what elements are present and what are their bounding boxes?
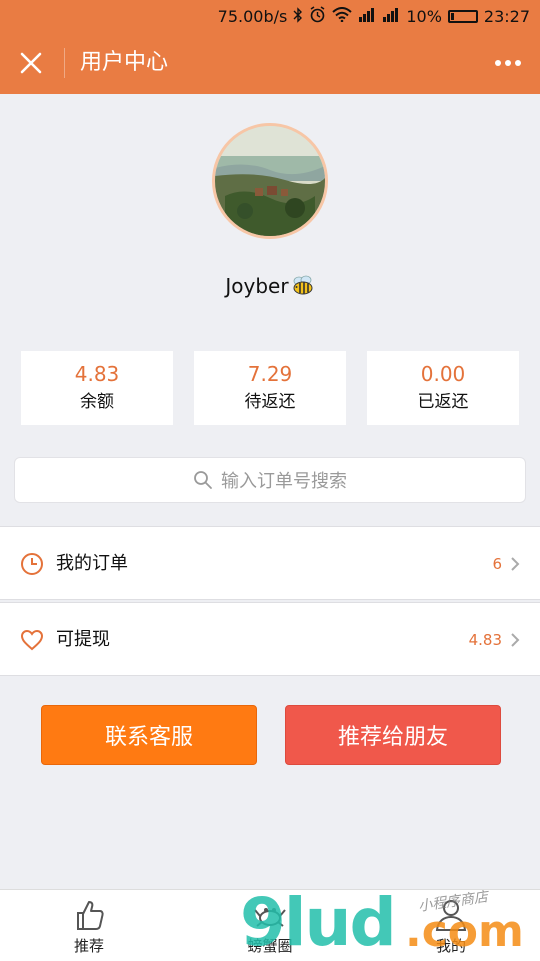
menu-item-label: 我的订单 (56, 553, 128, 574)
contact-support-button[interactable]: 联系客服 (41, 705, 257, 765)
search-input[interactable]: 输入订单号搜索 (14, 457, 526, 503)
tab-label: 我的 (435, 937, 466, 955)
search-icon (194, 471, 212, 489)
stat-card-returned[interactable]: 0.00 已返还 (367, 351, 519, 425)
stat-value: 7.29 (247, 362, 293, 386)
alarm-icon (309, 6, 326, 26)
tab-crab-circle[interactable]: 螃蟹圈 (200, 890, 340, 961)
clock-time: 23:27 (483, 6, 530, 26)
menu-item-count: 6 (492, 555, 502, 573)
username: Joyber (0, 274, 540, 298)
signal-icon (382, 7, 400, 25)
signal-icon (358, 7, 376, 25)
menu-item-label: 可提现 (56, 629, 110, 650)
tab-recommend[interactable]: 推荐 (19, 890, 159, 961)
stat-label: 已返还 (417, 392, 469, 412)
chevron-right-icon (511, 633, 520, 647)
stat-card-balance[interactable]: 4.83 余额 (21, 351, 173, 425)
stat-label: 待返还 (244, 392, 296, 412)
recommend-to-friend-button[interactable]: 推荐给朋友 (285, 705, 501, 765)
battery-icon (447, 9, 478, 23)
stat-label: 余额 (80, 392, 114, 412)
more-icon (495, 60, 501, 66)
bee-icon (291, 275, 315, 295)
wifi-icon (332, 7, 352, 25)
page-title: 用户中心 (80, 50, 169, 75)
clock-icon (21, 553, 43, 575)
battery-percent: 10% (406, 6, 442, 26)
menu-item-my-orders[interactable]: 我的订单 6 (0, 526, 540, 600)
tab-bar: 推荐 螃蟹圈 我的 (0, 889, 540, 961)
more-icon (505, 60, 511, 66)
title-divider (64, 48, 65, 78)
crab-icon (254, 908, 286, 927)
title-bar: 用户中心 (0, 32, 540, 94)
heart-icon (20, 629, 44, 651)
user-icon (435, 900, 467, 931)
bluetooth-icon (293, 6, 303, 26)
stat-value: 0.00 (420, 362, 466, 386)
tab-label: 推荐 (73, 937, 104, 955)
avatar[interactable] (212, 123, 328, 239)
chevron-right-icon (511, 557, 520, 571)
menu-item-count: 4.83 (468, 631, 502, 649)
tab-label: 螃蟹圈 (247, 937, 293, 955)
stat-value: 4.83 (74, 362, 120, 386)
menu-item-withdrawable[interactable]: 可提现 4.83 (0, 602, 540, 676)
close-icon (20, 52, 42, 74)
close-button[interactable] (14, 46, 48, 80)
username-text: Joyber (225, 274, 289, 298)
more-button[interactable] (490, 50, 526, 76)
status-bar: 75.00b/s 10% 23:27 (0, 0, 540, 32)
search-placeholder: 输入订单号搜索 (221, 471, 347, 492)
stat-card-pending[interactable]: 7.29 待返还 (194, 351, 346, 425)
tab-mine[interactable]: 我的 (381, 890, 521, 961)
more-icon (515, 60, 521, 66)
avatar-image (215, 126, 325, 236)
network-speed: 75.00b/s (217, 6, 288, 26)
thumbs-up-icon (77, 901, 104, 930)
